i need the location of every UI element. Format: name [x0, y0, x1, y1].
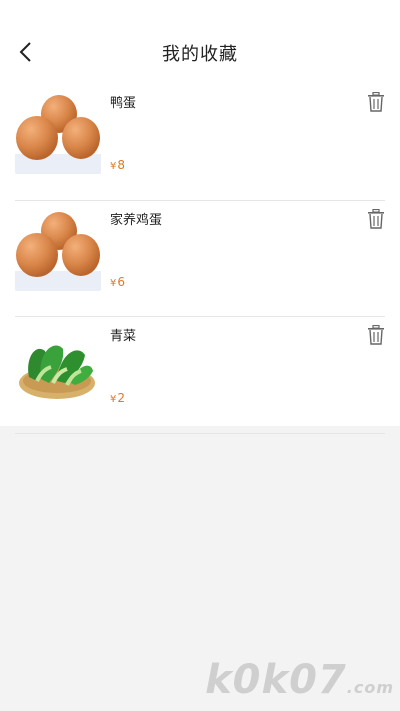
- favorites-list: 鸭蛋 ¥8 家养鸡蛋 ¥6 青菜 ¥2: [0, 84, 400, 434]
- product-image-eggs: [15, 204, 101, 291]
- page-title: 我的收藏: [162, 44, 238, 65]
- product-name: 鸭蛋: [110, 96, 137, 111]
- delete-button[interactable]: [367, 324, 385, 345]
- trash-icon: [368, 324, 384, 345]
- trash-icon: [368, 208, 384, 229]
- content-area: 我的收藏 鸭蛋 ¥8 家养鸡蛋 ¥6 青菜 ¥2: [0, 0, 400, 434]
- eggs-image: [15, 204, 101, 291]
- product-image-eggs: [15, 88, 101, 174]
- trash-icon: [368, 91, 384, 112]
- currency-symbol: ¥: [110, 277, 117, 289]
- header-bar: 我的收藏: [0, 28, 400, 76]
- product-price: ¥2: [110, 391, 125, 405]
- watermark-suffix: .com: [346, 678, 394, 697]
- list-item[interactable]: 青菜 ¥2: [15, 317, 385, 434]
- price-value: 2: [117, 391, 126, 405]
- currency-symbol: ¥: [110, 161, 117, 172]
- watermark: k0k07.com: [205, 657, 394, 703]
- price-value: 8: [117, 158, 126, 172]
- eggs-image: [15, 88, 101, 174]
- watermark-text: k0k07: [205, 657, 347, 703]
- delete-button[interactable]: [367, 208, 385, 229]
- currency-symbol: ¥: [110, 394, 117, 405]
- product-price: ¥6: [110, 275, 125, 289]
- list-item[interactable]: 家养鸡蛋 ¥6: [15, 201, 385, 317]
- product-name: 青菜: [110, 329, 137, 344]
- bok-choy-image: [15, 321, 101, 407]
- product-image-bok-choy: [15, 321, 101, 407]
- delete-button[interactable]: [367, 91, 385, 112]
- product-name: 家养鸡蛋: [110, 212, 163, 228]
- list-item[interactable]: 鸭蛋 ¥8: [15, 84, 385, 201]
- product-price: ¥8: [110, 158, 125, 172]
- price-value: 6: [117, 274, 126, 289]
